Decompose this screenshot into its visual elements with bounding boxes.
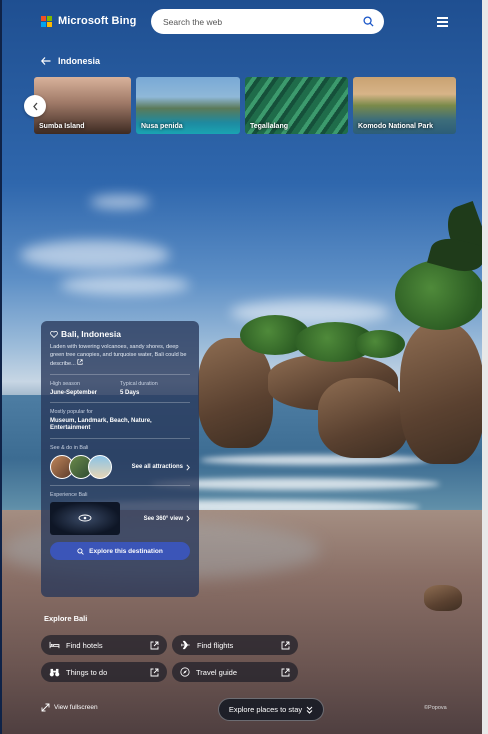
panel-description-text: Laden with towering volcanoes, sandy sho… xyxy=(50,344,187,367)
high-season-value: June-September xyxy=(50,390,98,396)
divider xyxy=(50,438,190,439)
bed-icon xyxy=(49,641,60,649)
divider xyxy=(50,374,190,375)
chevron-left-icon xyxy=(32,102,37,110)
things-to-do-label: Things to do xyxy=(66,667,108,677)
things-to-do-button[interactable]: Things to do xyxy=(41,662,167,682)
carousel-card-label: Nusa penida xyxy=(141,123,183,130)
photo-credit: ©Popova xyxy=(424,705,447,711)
search-box[interactable] xyxy=(151,9,384,34)
brand-name: Microsoft Bing xyxy=(58,15,137,27)
view-fullscreen-label: View fullscreen xyxy=(54,704,98,711)
chevron-right-icon xyxy=(186,464,190,470)
view-fullscreen-button[interactable]: View fullscreen xyxy=(41,703,98,712)
panel-title: Bali, Indonesia xyxy=(50,329,190,339)
destination-carousel: Sumba Island Nusa penida Tegallalang Kom… xyxy=(34,77,456,134)
explore-section-title: Explore Bali xyxy=(44,614,88,623)
explore-destination-button[interactable]: Explore this destination xyxy=(50,542,190,560)
find-hotels-label: Find hotels xyxy=(66,640,103,650)
360-icon xyxy=(78,514,92,522)
search-icon xyxy=(77,547,84,555)
airplane-icon xyxy=(181,640,190,650)
divider xyxy=(50,402,190,403)
binoculars-icon xyxy=(49,668,60,676)
attraction-thumb[interactable] xyxy=(88,455,112,479)
see-do-label: See & do in Bali xyxy=(50,445,89,451)
search-input[interactable] xyxy=(161,15,363,28)
duration-value: 5 Days xyxy=(120,390,140,396)
experience-label: Experience Bali xyxy=(50,492,88,498)
compass-icon xyxy=(180,667,190,677)
breadcrumb[interactable]: Indonesia xyxy=(41,56,100,66)
carousel-card-label: Tegallalang xyxy=(250,123,288,130)
external-link-icon[interactable] xyxy=(77,359,83,365)
external-link-icon xyxy=(281,668,290,676)
find-hotels-button[interactable]: Find hotels xyxy=(41,635,167,655)
expand-icon xyxy=(41,703,50,712)
breadcrumb-label[interactable]: Indonesia xyxy=(58,56,100,66)
external-link-icon xyxy=(150,668,159,676)
see-360-label: See 360° view xyxy=(143,515,183,522)
microsoft-logo-icon xyxy=(41,15,52,27)
carousel-card-label: Sumba Island xyxy=(39,123,85,130)
bing-logo[interactable]: Microsoft Bing xyxy=(41,15,136,27)
explore-places-to-stay-label: Explore places to stay xyxy=(228,705,303,714)
external-link-icon xyxy=(150,641,159,649)
popular-label: Mostly popular for xyxy=(50,409,93,415)
heart-icon[interactable] xyxy=(50,330,58,338)
carousel-card-sumba[interactable]: Sumba Island xyxy=(34,77,131,134)
travel-guide-button[interactable]: Travel guide xyxy=(172,662,298,682)
explore-destination-label: Explore this destination xyxy=(89,547,163,555)
see-all-attractions-label: See all attractions xyxy=(131,464,183,470)
travel-guide-label: Travel guide xyxy=(196,667,237,677)
attraction-thumbnails[interactable] xyxy=(50,455,112,479)
explore-places-to-stay-button[interactable]: Explore places to stay xyxy=(218,698,324,721)
double-chevron-down-icon xyxy=(306,706,313,714)
panel-description: Laden with towering volcanoes, sandy sho… xyxy=(50,343,190,368)
divider xyxy=(50,485,190,486)
carousel-prev-button[interactable] xyxy=(24,95,46,117)
search-icon[interactable] xyxy=(363,16,374,27)
popular-value: Museum, Landmark, Beach, Nature, Enterta… xyxy=(50,418,152,431)
chevron-right-icon xyxy=(186,515,190,522)
carousel-card-komodo[interactable]: Komodo National Park xyxy=(353,77,456,134)
external-link-icon xyxy=(281,641,290,649)
panel-title-text: Bali, Indonesia xyxy=(61,329,121,339)
carousel-card-label: Komodo National Park xyxy=(358,123,434,130)
see-360-link[interactable]: See 360° view xyxy=(144,515,190,522)
back-arrow-icon[interactable] xyxy=(41,57,51,65)
high-season-label: High season xyxy=(50,381,80,387)
hamburger-menu-icon[interactable] xyxy=(437,17,448,29)
find-flights-label: Find flights xyxy=(197,640,234,650)
panorama-thumbnail[interactable] xyxy=(50,502,120,535)
destination-panel: Bali, Indonesia Laden with towering volc… xyxy=(41,321,199,597)
find-flights-button[interactable]: Find flights xyxy=(172,635,298,655)
duration-label: Typical duration xyxy=(120,381,158,387)
carousel-card-tegallalang[interactable]: Tegallalang xyxy=(245,77,348,134)
see-all-attractions-link[interactable]: See all attractions xyxy=(132,464,190,471)
carousel-card-nusa-penida[interactable]: Nusa penida xyxy=(136,77,240,134)
